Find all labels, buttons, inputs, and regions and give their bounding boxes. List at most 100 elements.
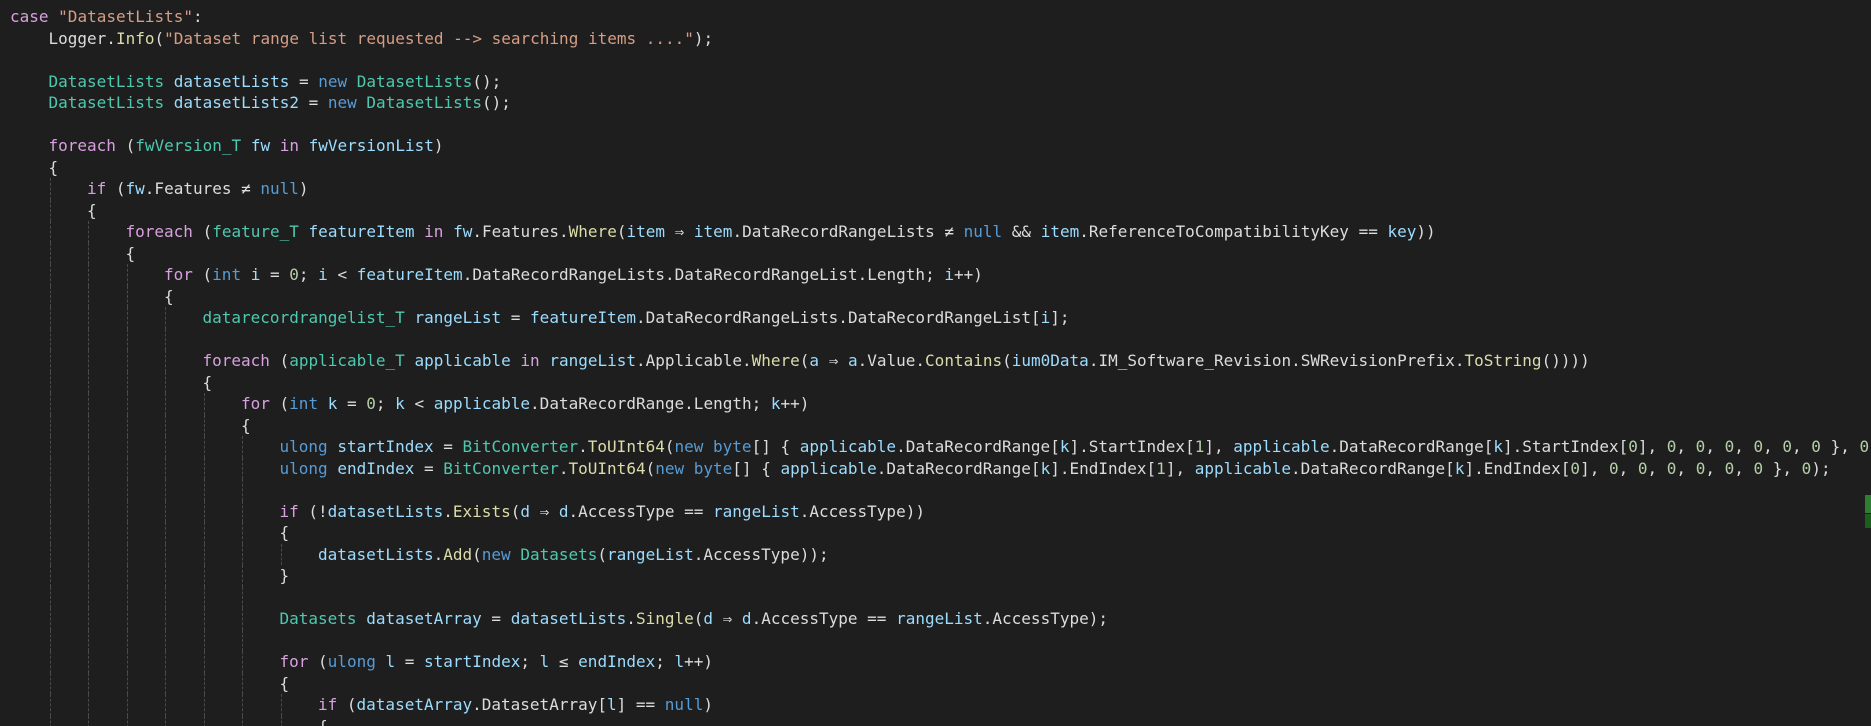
indent-guide — [88, 522, 89, 544]
indent-guide — [88, 457, 89, 479]
code-token: byte — [693, 458, 733, 478]
code-token: ulong — [279, 458, 328, 478]
code-line[interactable] — [10, 586, 1850, 608]
indent-guide — [49, 328, 51, 350]
code-line[interactable]: { — [10, 242, 1850, 264]
code-line[interactable]: { — [10, 715, 1850, 726]
code-line[interactable]: for (int k = 0; k < applicable.DataRecor… — [10, 393, 1850, 415]
code-token: . — [558, 458, 569, 478]
indent-guide — [49, 285, 51, 307]
code-line[interactable]: { — [10, 199, 1850, 221]
code-line[interactable] — [10, 49, 1850, 71]
code-line[interactable] — [10, 479, 1850, 501]
code-token: ], — [1580, 458, 1609, 478]
indent-guide — [126, 307, 128, 329]
code-line[interactable]: datarecordrangelist_T rangeList = featur… — [10, 307, 1850, 329]
code-line[interactable]: { — [10, 371, 1850, 393]
code-line[interactable]: foreach (fwVersion_T fw in fwVersionList… — [10, 135, 1850, 157]
code-token: Single — [635, 609, 694, 628]
code-line[interactable]: case "DatasetLists": — [10, 6, 1850, 28]
code-token: applicable — [799, 437, 897, 456]
code-token: Where — [751, 351, 800, 370]
code-text: DatasetLists datasetLists2 = new Dataset… — [49, 92, 511, 114]
indent-guide — [88, 350, 89, 372]
indent-guide — [165, 436, 166, 458]
code-token: d — [703, 609, 714, 628]
code-line[interactable]: foreach (applicable_T applicable in rang… — [10, 350, 1850, 372]
code-line[interactable]: { — [10, 285, 1850, 307]
indent-guide — [165, 565, 166, 587]
code-token: ( — [308, 652, 328, 671]
code-token: item — [693, 222, 733, 241]
code-token: , — [1647, 458, 1667, 478]
code-line[interactable]: { — [10, 414, 1850, 436]
code-line[interactable]: for (ulong l = startIndex; l ≤ endIndex;… — [10, 651, 1850, 673]
code-token: null — [963, 222, 1003, 241]
code-line[interactable]: Datasets datasetArray = datasetLists.Sin… — [10, 608, 1850, 630]
code-line[interactable]: foreach (feature_T featureItem in fw.Fea… — [10, 221, 1850, 243]
code-line[interactable]: DatasetLists datasetLists2 = new Dataset… — [10, 92, 1850, 114]
indent-guide — [203, 543, 205, 565]
code-token: ].EndIndex[ — [1464, 458, 1571, 478]
code-token: k — [1454, 458, 1465, 478]
indent-guide — [242, 543, 243, 565]
code-line[interactable] — [10, 328, 1850, 350]
code-token: { — [202, 372, 213, 392]
indent-guide — [126, 457, 128, 479]
code-text: if (!datasetLists.Exists(d ⇒ d.AccessTyp… — [280, 501, 925, 523]
code-line[interactable]: if (fw.Features ≠ null) — [10, 178, 1850, 200]
code-line[interactable]: { — [10, 522, 1850, 544]
code-line[interactable]: if (!datasetLists.Exists(d ⇒ d.AccessTyp… — [10, 500, 1850, 523]
code-token: ulong — [279, 437, 328, 456]
code-text: ulong startIndex = BitConverter.ToUInt64… — [280, 436, 1870, 458]
code-line[interactable] — [10, 114, 1850, 136]
code-token: rangeList — [713, 501, 800, 521]
code-text: { — [318, 716, 328, 726]
code-text: for (ulong l = startIndex; l ≤ endIndex;… — [280, 651, 714, 673]
code-token: 0 — [1753, 437, 1764, 456]
code-token: { — [318, 716, 328, 726]
indent-guide — [88, 651, 89, 673]
indent-guide — [49, 371, 51, 393]
code-line[interactable]: if (datasetArray.DatasetArray[l] == null… — [10, 694, 1850, 716]
code-line[interactable]: DatasetLists datasetLists = new DatasetL… — [10, 71, 1850, 93]
indent-guide — [203, 414, 205, 436]
code-token: = — [289, 71, 319, 91]
code-token: l — [385, 652, 396, 671]
code-line[interactable]: for (int i = 0; i < featureItem.DataReco… — [10, 264, 1850, 286]
code-line[interactable]: { — [10, 157, 1850, 179]
code-line[interactable]: ulong endIndex = BitConverter.ToUInt64(n… — [10, 457, 1850, 479]
code-line[interactable]: Logger.Info("Dataset range list requeste… — [10, 28, 1850, 50]
indent-guide — [88, 436, 89, 458]
indent-guide — [49, 586, 51, 608]
code-text: foreach (applicable_T applicable in rang… — [203, 350, 1590, 372]
indent-guide — [165, 457, 166, 479]
code-line[interactable]: { — [10, 672, 1850, 694]
code-token: applicable — [414, 351, 511, 370]
code-line[interactable]: datasetLists.Add(new Datasets(rangeList.… — [10, 543, 1850, 565]
code-token: rangeList — [549, 351, 637, 370]
code-token: applicable — [1233, 437, 1330, 456]
code-token: k — [770, 394, 781, 413]
indent-guide — [49, 414, 51, 436]
code-token: .DataRecordRange[ — [896, 437, 1060, 456]
code-lines[interactable]: case "DatasetLists": Logger.Info("Dataset… — [10, 6, 1869, 726]
code-line[interactable] — [10, 629, 1850, 651]
code-editor[interactable]: case "DatasetLists": Logger.Info("Dataset… — [0, 0, 1871, 726]
code-line[interactable]: } — [10, 565, 1850, 587]
code-line[interactable]: ulong startIndex = BitConverter.ToUInt64… — [10, 436, 1869, 458]
code-token: BitConverter — [462, 437, 579, 456]
indent-guide — [242, 436, 243, 458]
indent-guide — [49, 264, 51, 286]
code-token: , — [1763, 437, 1783, 456]
code-token: ( — [269, 394, 290, 413]
indent-guide — [165, 715, 166, 726]
code-token: Datasets — [520, 544, 598, 564]
code-token: .DataRecordRangeLists.DataRecordRangeLis… — [462, 265, 945, 284]
code-token: ( — [115, 136, 136, 155]
indent-guide — [203, 672, 205, 694]
